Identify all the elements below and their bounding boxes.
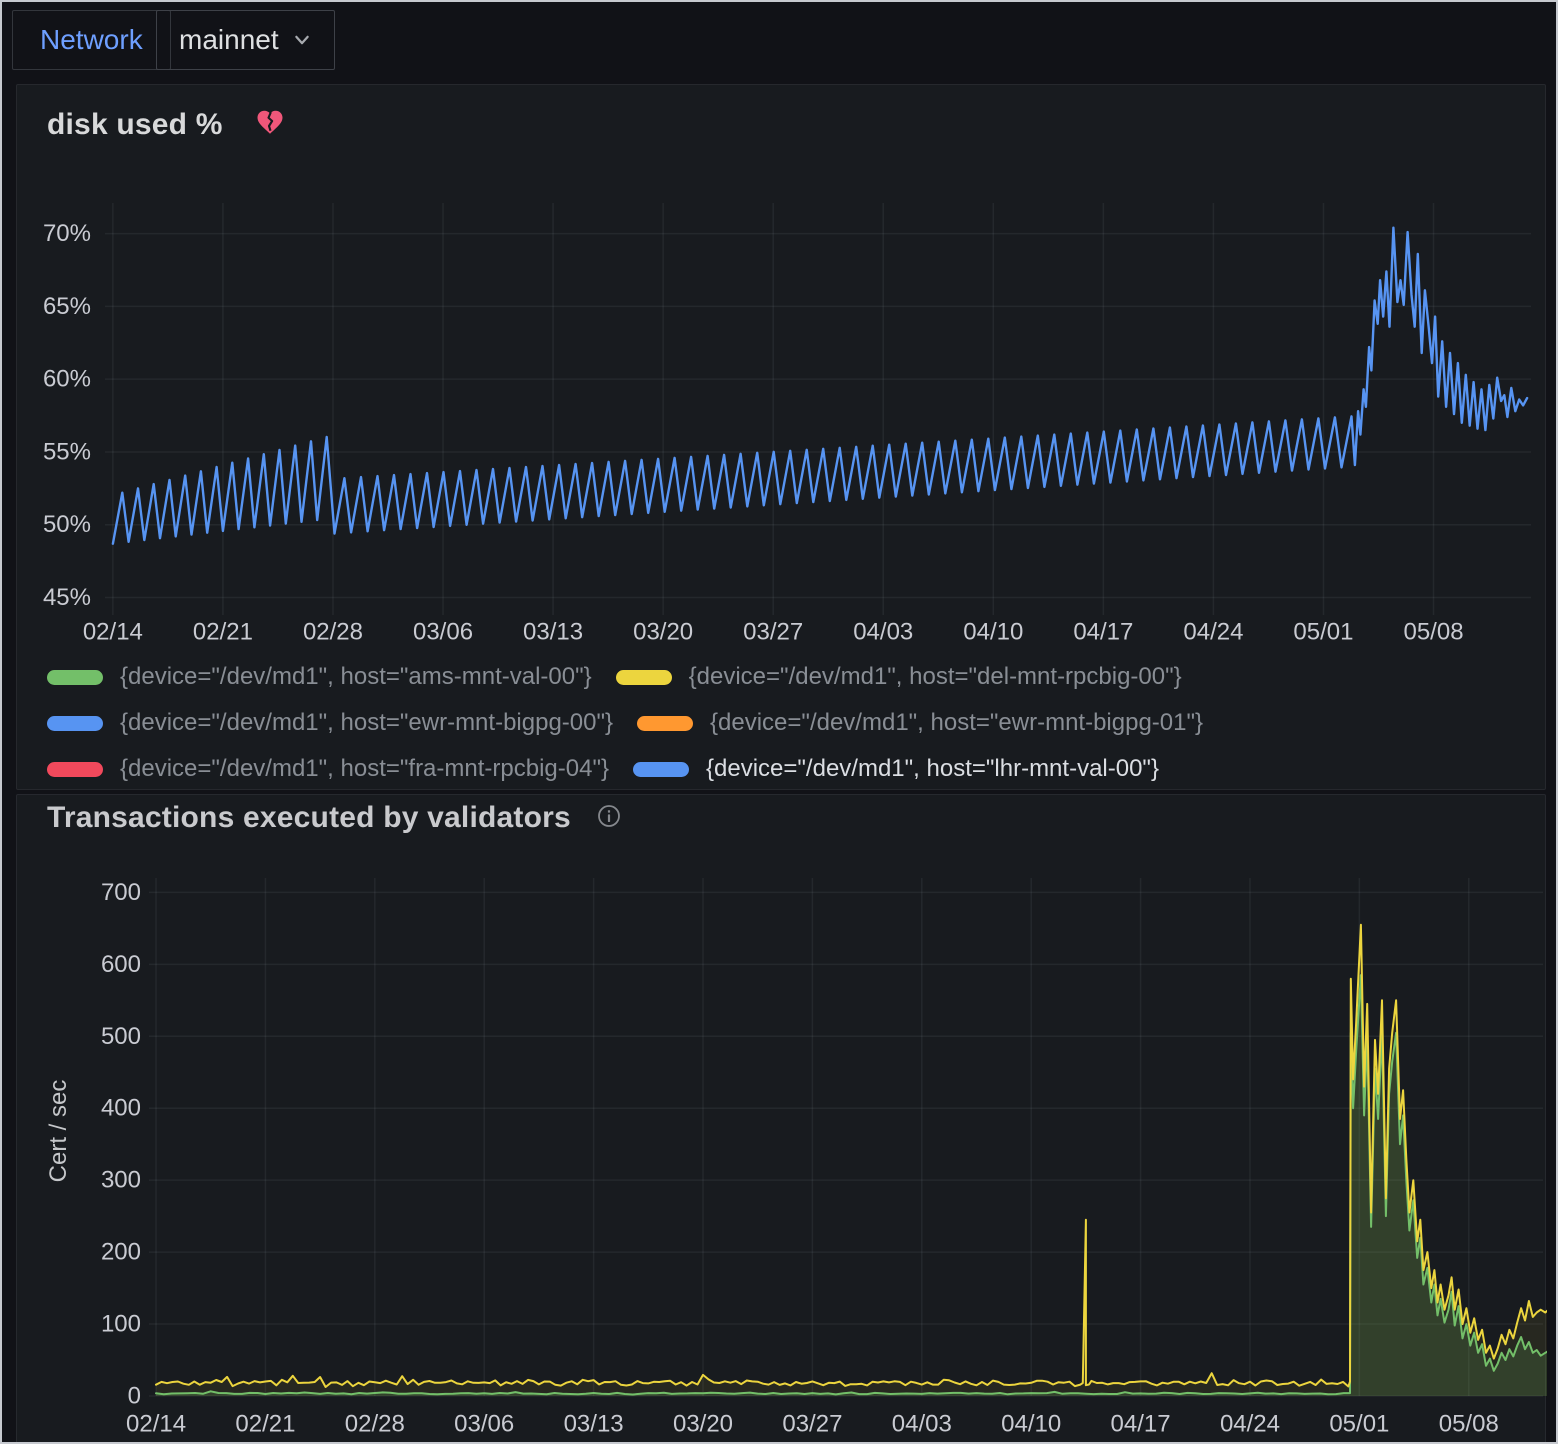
variable-value-text: mainnet <box>179 24 279 56</box>
series-color-swatch <box>633 762 689 777</box>
x-axis-labels: 02/14 02/21 02/28 03/06 03/13 03/20 03/27 04/03… <box>126 1411 1499 1438</box>
dashboard: Network mainnet disk used % 45% 50% 55% 60%… <box>0 0 1558 1444</box>
grid <box>149 878 1543 1396</box>
svg-text:04/10: 04/10 <box>963 619 1023 646</box>
svg-text:02/14: 02/14 <box>126 1411 186 1438</box>
svg-text:03/13: 03/13 <box>523 619 583 646</box>
panel-title: Transactions executed by validators <box>47 801 571 835</box>
legend-item[interactable]: {device="/dev/md1", host="lhr-mnt-val-00… <box>633 755 1159 783</box>
grid <box>105 203 1531 615</box>
svg-text:600: 600 <box>101 951 141 978</box>
svg-text:700: 700 <box>101 879 141 906</box>
panel-disk-header[interactable]: disk used % <box>47 107 285 142</box>
series-color-swatch <box>47 716 103 731</box>
svg-text:03/06: 03/06 <box>413 619 473 646</box>
svg-text:70%: 70% <box>43 220 91 247</box>
legend-row: {device="/dev/md1", host="ewr-mnt-bigpg-… <box>47 708 1327 738</box>
svg-text:55%: 55% <box>43 438 91 465</box>
panel-tx-header[interactable]: Transactions executed by validators <box>47 801 621 835</box>
disk-used-legend: {device="/dev/md1", host="ams-mnt-val-00… <box>47 662 1327 800</box>
series-line-{device="/dev/md1", host="lhr-mnt-val-00"} <box>113 228 1527 544</box>
svg-text:04/10: 04/10 <box>1001 1411 1061 1438</box>
svg-text:03/27: 03/27 <box>743 619 803 646</box>
legend-item[interactable]: {device="/dev/md1", host="ewr-mnt-bigpg-… <box>637 709 1203 737</box>
legend-label: {device="/dev/md1", host="ams-mnt-val-00… <box>120 663 592 691</box>
svg-text:04/03: 04/03 <box>892 1411 952 1438</box>
series-color-swatch <box>47 762 103 777</box>
series-fill-yellow <box>156 925 1547 1396</box>
legend-label: {device="/dev/md1", host="ewr-mnt-bigpg-… <box>120 709 613 737</box>
legend-label: {device="/dev/md1", host="fra-mnt-rpcbig… <box>120 755 609 783</box>
legend-item[interactable]: {device="/dev/md1", host="fra-mnt-rpcbig… <box>47 755 609 783</box>
panel-disk-used: disk used % 45% 50% 55% 60% 65% 70% 02/14 02/21… <box>16 84 1546 790</box>
disk-used-chart[interactable]: 45% 50% 55% 60% 65% 70% 02/14 02/21 02/28 03/06 03… <box>17 185 1547 657</box>
svg-text:100: 100 <box>101 1311 141 1338</box>
legend-item[interactable]: {device="/dev/md1", host="del-mnt-rpcbig… <box>616 663 1182 691</box>
svg-text:03/20: 03/20 <box>633 619 693 646</box>
svg-text:200: 200 <box>101 1239 141 1266</box>
alert-heart-break-icon[interactable] <box>255 107 285 142</box>
svg-text:50%: 50% <box>43 511 91 538</box>
info-circle-icon[interactable] <box>597 804 621 833</box>
series-fill-green <box>156 975 1547 1396</box>
svg-text:03/13: 03/13 <box>564 1411 624 1438</box>
svg-text:03/06: 03/06 <box>454 1411 514 1438</box>
svg-text:60%: 60% <box>43 366 91 393</box>
legend-row: {device="/dev/md1", host="ams-mnt-val-00… <box>47 662 1327 692</box>
svg-text:03/20: 03/20 <box>673 1411 733 1438</box>
svg-text:05/01: 05/01 <box>1329 1411 1389 1438</box>
series-color-swatch <box>616 670 672 685</box>
svg-text:04/03: 04/03 <box>853 619 913 646</box>
legend-label: {device="/dev/md1", host="del-mnt-rpcbig… <box>689 663 1182 691</box>
variable-value-dropdown[interactable]: mainnet <box>156 10 335 70</box>
chevron-down-icon <box>292 30 312 50</box>
svg-text:05/08: 05/08 <box>1439 1411 1499 1438</box>
svg-text:65%: 65% <box>43 293 91 320</box>
panel-transactions: Transactions executed by validators Cert… <box>16 794 1546 1444</box>
svg-text:04/17: 04/17 <box>1111 1411 1171 1438</box>
svg-text:0: 0 <box>128 1383 141 1410</box>
svg-text:02/21: 02/21 <box>235 1411 295 1438</box>
series-line-green <box>156 975 1547 1394</box>
svg-text:02/21: 02/21 <box>193 619 253 646</box>
series-color-swatch <box>637 716 693 731</box>
svg-text:04/17: 04/17 <box>1073 619 1133 646</box>
svg-text:04/24: 04/24 <box>1220 1411 1280 1438</box>
variable-label: Network <box>12 10 171 70</box>
panel-title: disk used % <box>47 108 223 142</box>
svg-text:04/24: 04/24 <box>1183 619 1243 646</box>
svg-text:05/01: 05/01 <box>1293 619 1353 646</box>
svg-text:45%: 45% <box>43 584 91 611</box>
legend-label: {device="/dev/md1", host="ewr-mnt-bigpg-… <box>710 709 1203 737</box>
series-color-swatch <box>47 670 103 685</box>
svg-text:02/28: 02/28 <box>303 619 363 646</box>
x-axis-labels: 02/14 02/21 02/28 03/06 03/13 03/20 03/27 04/03… <box>83 619 1464 646</box>
y-axis-labels: 0 100 200 300 400 500 600 700 <box>101 879 141 1410</box>
svg-text:03/27: 03/27 <box>782 1411 842 1438</box>
legend-item[interactable]: {device="/dev/md1", host="ams-mnt-val-00… <box>47 663 592 691</box>
svg-text:400: 400 <box>101 1095 141 1122</box>
legend-row: {device="/dev/md1", host="fra-mnt-rpcbig… <box>47 754 1327 784</box>
svg-text:02/28: 02/28 <box>345 1411 405 1438</box>
svg-text:300: 300 <box>101 1167 141 1194</box>
svg-text:500: 500 <box>101 1023 141 1050</box>
legend-label: {device="/dev/md1", host="lhr-mnt-val-00… <box>706 755 1159 783</box>
svg-text:05/08: 05/08 <box>1403 619 1463 646</box>
y-axis-labels: 45% 50% 55% 60% 65% 70% <box>43 220 91 611</box>
series-line-yellow <box>156 925 1547 1387</box>
svg-text:02/14: 02/14 <box>83 619 143 646</box>
dashboard-submenu: Network mainnet <box>2 2 1556 80</box>
transactions-chart[interactable]: 0 100 200 300 400 500 600 700 02/14 02/21 02/28 03/… <box>17 863 1547 1443</box>
variable-label-text: Network <box>40 24 143 56</box>
legend-item[interactable]: {device="/dev/md1", host="ewr-mnt-bigpg-… <box>47 709 613 737</box>
